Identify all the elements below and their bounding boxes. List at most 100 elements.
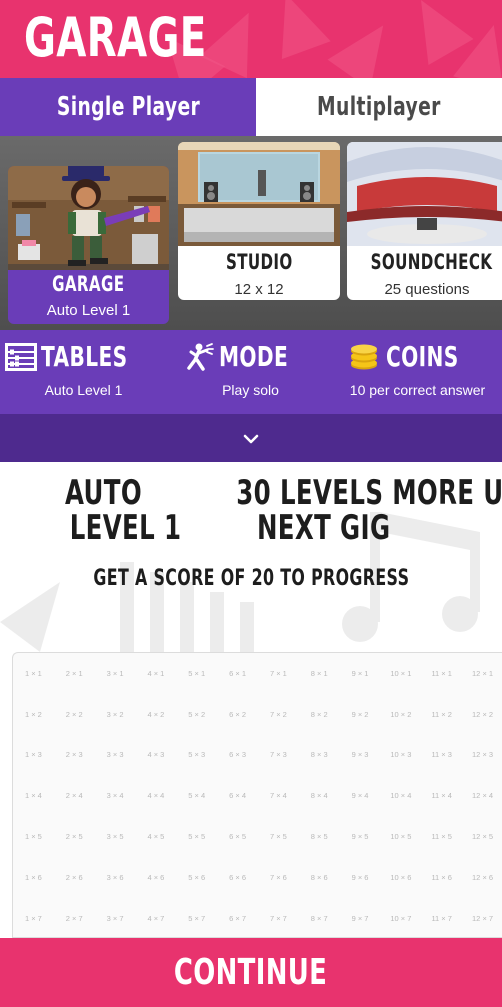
grid-cell: 8 × 7: [310, 913, 328, 923]
grid-cell: 7 × 5: [269, 832, 287, 842]
grid-cell: 4 × 5: [147, 832, 165, 842]
grid-cell: 1 × 7: [24, 913, 42, 923]
grid-cell: 9 × 4: [351, 791, 369, 801]
grid-cell: 7 × 4: [269, 791, 287, 801]
grid-cell: 10 × 4: [390, 791, 412, 801]
tables-setting[interactable]: TABLES Auto Level 1: [0, 330, 167, 414]
grid-cell: 10 × 5: [390, 832, 412, 842]
auto-level-line2: LEVEL 1: [69, 508, 182, 548]
mode-value: Play solo: [222, 382, 279, 398]
grid-cell: 5 × 4: [188, 791, 206, 801]
stage-card-garage[interactable]: GARAGE Auto Level 1: [8, 166, 169, 324]
tables-value: Auto Level 1: [44, 382, 123, 398]
grid-cell: 4 × 3: [147, 750, 165, 760]
grid-cell: 10 × 3: [390, 750, 412, 760]
grid-cell: 11 × 1: [431, 668, 452, 678]
stage-card-studio[interactable]: STUDIO 12 x 12: [178, 142, 340, 300]
garage-image: [8, 166, 169, 270]
grid-cell: 7 × 6: [269, 872, 287, 882]
grid-cell: 11 × 4: [431, 791, 452, 801]
rocker-icon: [185, 342, 215, 372]
grid-cell: 1 × 3: [24, 750, 42, 760]
coins-icon: [348, 343, 380, 371]
grid-cell: 6 × 1: [229, 668, 246, 678]
grid-cell: 9 × 7: [351, 913, 369, 923]
grid-cell: 1 × 1: [24, 668, 42, 678]
table-row: 1 × 2 2 × 2 3 × 2 4 × 2 5 × 2 6 × 2 7 × 2 8 × 2…: [13, 694, 502, 735]
stage-sub: Auto Level 1: [46, 302, 131, 319]
abacus-icon: [5, 342, 38, 371]
grid-cell: 2 × 4: [65, 791, 83, 801]
grid-cell: 1 × 5: [24, 832, 42, 842]
stage-selector: GARAGE Auto Level 1 STUDIO 12 x 12 SOUND…: [0, 136, 502, 330]
grid-cell: 6 × 2: [229, 709, 246, 719]
grid-cell: 5 × 3: [188, 750, 206, 760]
mode-label: MODE: [219, 340, 289, 373]
grid-cell: 3 × 2: [106, 709, 124, 719]
stage-card-soundcheck[interactable]: SOUNDCHECK 25 questions: [347, 142, 502, 300]
grid-cell: 2 × 2: [65, 709, 83, 719]
soundcheck-image: [347, 142, 502, 246]
grid-cell: 6 × 6: [229, 872, 246, 882]
grid-cell: 4 × 1: [147, 668, 165, 678]
progress-hint: GET A SCORE OF 20 TO PROGRESS: [93, 566, 409, 591]
stage-name: SOUNDCHECK: [370, 250, 493, 274]
grid-cell: 11 × 2: [431, 709, 452, 719]
expand-settings-button[interactable]: [0, 414, 502, 462]
grid-cell: 12 × 2: [472, 709, 494, 719]
grid-cell: 5 × 5: [188, 832, 206, 842]
coins-label: COINS: [386, 340, 459, 373]
grid-cell: 4 × 6: [147, 872, 165, 882]
grid-cell: 4 × 7: [147, 913, 165, 923]
grid-cell: 4 × 2: [147, 709, 165, 719]
grid-cell: 6 × 5: [229, 832, 246, 842]
grid-cell: 2 × 3: [65, 750, 83, 760]
stage-name: GARAGE: [52, 272, 125, 296]
grid-cell: 5 × 2: [188, 709, 206, 719]
table-row: 1 × 6 2 × 6 3 × 6 4 × 6 5 × 6 6 × 6 7 × 6 8 × 6…: [13, 857, 502, 898]
grid-cell: 2 × 1: [65, 668, 83, 678]
times-table-grid: 1 × 1 2 × 1 3 × 1 4 × 1 5 × 1 6 × 1 7 × 1 8 × 1…: [12, 652, 502, 938]
continue-button[interactable]: CONTINUE: [0, 938, 502, 1007]
grid-cell: 8 × 4: [310, 791, 328, 801]
tables-label: TABLES: [41, 340, 128, 373]
tab-single-player[interactable]: Single Player: [0, 78, 256, 136]
studio-image: [178, 142, 340, 246]
grid-cell: 1 × 4: [24, 791, 42, 801]
table-row: 1 × 7 2 × 7 3 × 7 4 × 7 5 × 7 6 × 7 7 × 7 8 × 7…: [13, 898, 502, 937]
grid-cell: 11 × 5: [431, 832, 452, 842]
coins-setting[interactable]: COINS 10 per correct answer: [334, 330, 501, 414]
mode-setting[interactable]: MODE Play solo: [167, 330, 334, 414]
grid-cell: 6 × 3: [229, 750, 246, 760]
grid-cell: 9 × 5: [351, 832, 369, 842]
table-row: 1 × 5 2 × 5 3 × 5 4 × 5 5 × 5 6 × 5 7 × 5 8 × 5…: [13, 816, 502, 857]
grid-cell: 6 × 7: [229, 913, 246, 923]
mode-tabs: Single Player Multiplayer: [0, 78, 502, 136]
grid-cell: 3 × 5: [106, 832, 124, 842]
grid-cell: 5 × 6: [188, 872, 206, 882]
level-info: AUTO LEVEL 1 30 LEVELS MORE UNTIL NEXT G…: [0, 462, 502, 652]
grid-cell: 12 × 3: [472, 750, 494, 760]
grid-cell: 3 × 6: [106, 872, 124, 882]
grid-cell: 9 × 3: [351, 750, 369, 760]
levels-until-line2: NEXT GIG: [257, 508, 391, 548]
grid-cell: 9 × 2: [351, 709, 369, 719]
grid-cell: 2 × 6: [65, 872, 83, 882]
grid-cell: 9 × 1: [351, 668, 369, 678]
levels-until-gig: 30 LEVELS MORE UNTIL NEXT GIG: [172, 476, 502, 548]
grid-cell: 11 × 3: [431, 750, 452, 760]
levels-until-line1: 30 LEVELS MORE UNTIL: [236, 473, 502, 513]
grid-cell: 12 × 7: [472, 913, 494, 923]
table-row: 1 × 4 2 × 4 3 × 4 4 × 4 5 × 4 6 × 4 7 × 4 8 × 4…: [13, 775, 502, 816]
grid-cell: 1 × 6: [24, 872, 42, 882]
grid-cell: 11 × 7: [431, 913, 452, 923]
grid-cell: 9 × 6: [351, 872, 369, 882]
grid-cell: 3 × 1: [106, 668, 124, 678]
tab-multiplayer-label: Multiplayer: [317, 92, 441, 122]
grid-cell: 7 × 2: [269, 709, 287, 719]
stage-sub: 25 questions: [384, 281, 470, 298]
grid-cell: 4 × 4: [147, 791, 165, 801]
grid-cell: 11 × 6: [431, 872, 452, 882]
grid-cell: 10 × 6: [390, 872, 412, 882]
tab-multiplayer[interactable]: Multiplayer: [256, 78, 502, 136]
